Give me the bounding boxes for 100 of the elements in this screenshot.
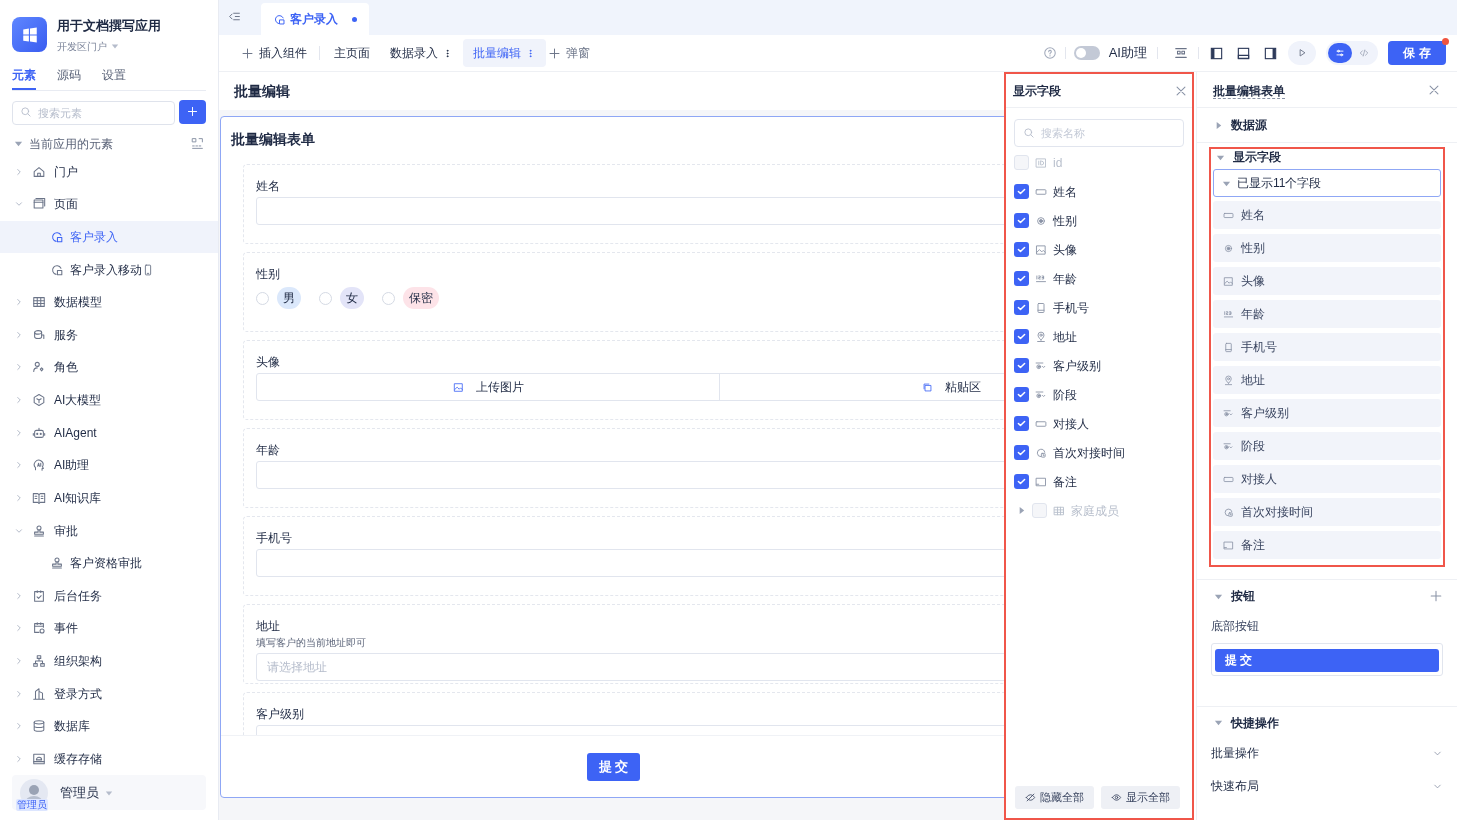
plus-icon	[548, 46, 561, 60]
checkbox[interactable]	[1014, 213, 1029, 228]
submit-button[interactable]: 提 交	[587, 752, 640, 781]
field-item[interactable]: 对接人	[1213, 465, 1441, 493]
form-title: 批量编辑表单	[230, 130, 316, 149]
input-field[interactable]	[256, 197, 1004, 225]
input-field[interactable]: 请选择地址	[256, 653, 1004, 681]
tree-item[interactable]: 服务	[0, 318, 218, 352]
tree-item[interactable]: 事件	[0, 612, 218, 645]
tree-item[interactable]: 门户	[0, 155, 218, 189]
page-tab[interactable]: 数据录入	[380, 39, 463, 67]
tree-item[interactable]: 数据库	[0, 709, 218, 743]
hide-all-button[interactable]: 隐藏全部	[1015, 786, 1094, 809]
field-item[interactable]: 手机号	[1213, 333, 1441, 361]
collapse-caret-icon[interactable]	[14, 139, 23, 148]
add-button[interactable]	[179, 99, 206, 124]
grid-toggle-icon	[191, 137, 204, 150]
field-item[interactable]: 备注	[1213, 531, 1441, 559]
right-panel-icon[interactable]	[1263, 45, 1278, 61]
field-label: 客户级别	[256, 706, 305, 722]
input-field[interactable]	[256, 549, 1004, 577]
user-card[interactable]: 管理员 管理员	[12, 775, 206, 810]
paste-area[interactable]: 粘贴区	[720, 374, 1004, 400]
eye-icon	[1111, 792, 1122, 803]
field-item[interactable]: 阶段	[1213, 432, 1441, 460]
caret-icon[interactable]	[105, 788, 113, 797]
field-item[interactable]: 姓名	[1213, 201, 1441, 229]
image-icon	[452, 381, 464, 393]
tree-item[interactable]: 角色	[0, 351, 218, 384]
sidebar-tab[interactable]: 元素	[12, 63, 36, 90]
field-name: 阶段	[1053, 386, 1077, 404]
radio-option[interactable]: 男	[256, 287, 301, 309]
page-tab[interactable]: 批量编辑	[463, 39, 546, 67]
checkbox[interactable]	[1014, 445, 1029, 460]
add-dialog-button[interactable]: 弹窗	[548, 44, 590, 62]
textarea-icon	[1223, 539, 1234, 551]
table-icon	[1053, 504, 1065, 517]
sidebar-tab[interactable]: 源码	[57, 63, 81, 90]
editor-tab[interactable]: 客户录入	[261, 3, 369, 35]
checkbox[interactable]	[1014, 184, 1029, 199]
tree-item[interactable]: 审批	[0, 514, 218, 547]
check-icon	[1016, 302, 1027, 313]
insert-component-button[interactable]: 插入组件	[241, 44, 307, 62]
tree-item[interactable]: 后台任务	[0, 579, 218, 613]
checkbox[interactable]	[1014, 300, 1029, 315]
field-item[interactable]: 头像	[1213, 267, 1441, 295]
field-item[interactable]: 性别	[1213, 234, 1441, 262]
view-mode-button[interactable]	[1328, 43, 1352, 63]
field-item[interactable]: 客户级别	[1213, 399, 1441, 427]
clock-icon	[1223, 506, 1234, 518]
field-label: 地址	[256, 618, 281, 634]
tree-item[interactable]: 客户资格审批	[0, 546, 218, 580]
section-title[interactable]: 数据源	[1231, 116, 1443, 134]
bottom-panel-icon[interactable]	[1236, 45, 1251, 61]
checkbox[interactable]	[1014, 474, 1029, 489]
checkbox[interactable]	[1014, 387, 1029, 402]
action-item[interactable]: 批量操作	[1211, 736, 1443, 770]
tree-item[interactable]: AI助理	[0, 449, 218, 482]
save-button[interactable]: 保 存	[1388, 41, 1446, 65]
tree-item[interactable]: AI大模型	[0, 383, 218, 417]
tree-item[interactable]: 客户录入	[0, 220, 218, 254]
portal-selector[interactable]: 开发区门户	[57, 38, 107, 54]
section-title[interactable]: 按钮	[1231, 587, 1421, 605]
check-icon	[1016, 215, 1027, 226]
expand-caret-icon[interactable]	[1214, 120, 1223, 130]
tree-item[interactable]: 组织架构	[0, 644, 218, 678]
tree-item[interactable]: 登录方式	[0, 677, 218, 710]
tree-item[interactable]: 客户录入移动	[0, 253, 218, 286]
tree-item[interactable]: 页面	[0, 188, 218, 221]
preview-button[interactable]	[1288, 41, 1316, 65]
tree-item[interactable]: AI知识库	[0, 481, 218, 515]
input-field[interactable]	[256, 461, 1004, 489]
radio-option[interactable]: 保密	[382, 287, 439, 309]
search-field[interactable]: 搜索名称	[1014, 119, 1184, 147]
collapse-caret-icon[interactable]	[1214, 718, 1223, 727]
section-title[interactable]: 快捷操作	[1231, 713, 1443, 732]
form-icon	[273, 12, 286, 26]
caret-icon[interactable]	[111, 42, 119, 50]
radio-option[interactable]: 女	[319, 287, 364, 309]
tree-item[interactable]: 缓存存储	[0, 742, 218, 775]
show-all-button[interactable]: 显示全部	[1101, 786, 1180, 809]
field-item[interactable]: 首次对接时间	[1213, 498, 1441, 526]
field-item[interactable]: 地址	[1213, 366, 1441, 394]
tree-item[interactable]: 数据模型	[0, 285, 218, 319]
page-tab[interactable]: 主页面	[324, 39, 380, 67]
checkbox[interactable]	[1014, 416, 1029, 431]
left-panel-icon[interactable]	[1209, 45, 1224, 61]
action-item[interactable]: 快速布局	[1211, 769, 1443, 803]
checkbox[interactable]	[1014, 242, 1029, 257]
field-item[interactable]: 年龄	[1213, 300, 1441, 328]
section-title[interactable]: 显示字段	[1233, 148, 1441, 166]
sidebar-tab[interactable]: 设置	[102, 63, 126, 90]
checkbox[interactable]	[1014, 271, 1029, 286]
checkbox[interactable]	[1014, 358, 1029, 373]
tree-item[interactable]: AIAgent	[0, 416, 218, 449]
checkbox[interactable]	[1014, 329, 1029, 344]
upload-button[interactable]: 上传图片	[257, 374, 720, 400]
assistant-switch[interactable]	[1073, 46, 1100, 60]
summary-dropdown[interactable]: 已显示11个字段	[1213, 169, 1441, 197]
search-field[interactable]: 搜索元素	[12, 100, 175, 125]
